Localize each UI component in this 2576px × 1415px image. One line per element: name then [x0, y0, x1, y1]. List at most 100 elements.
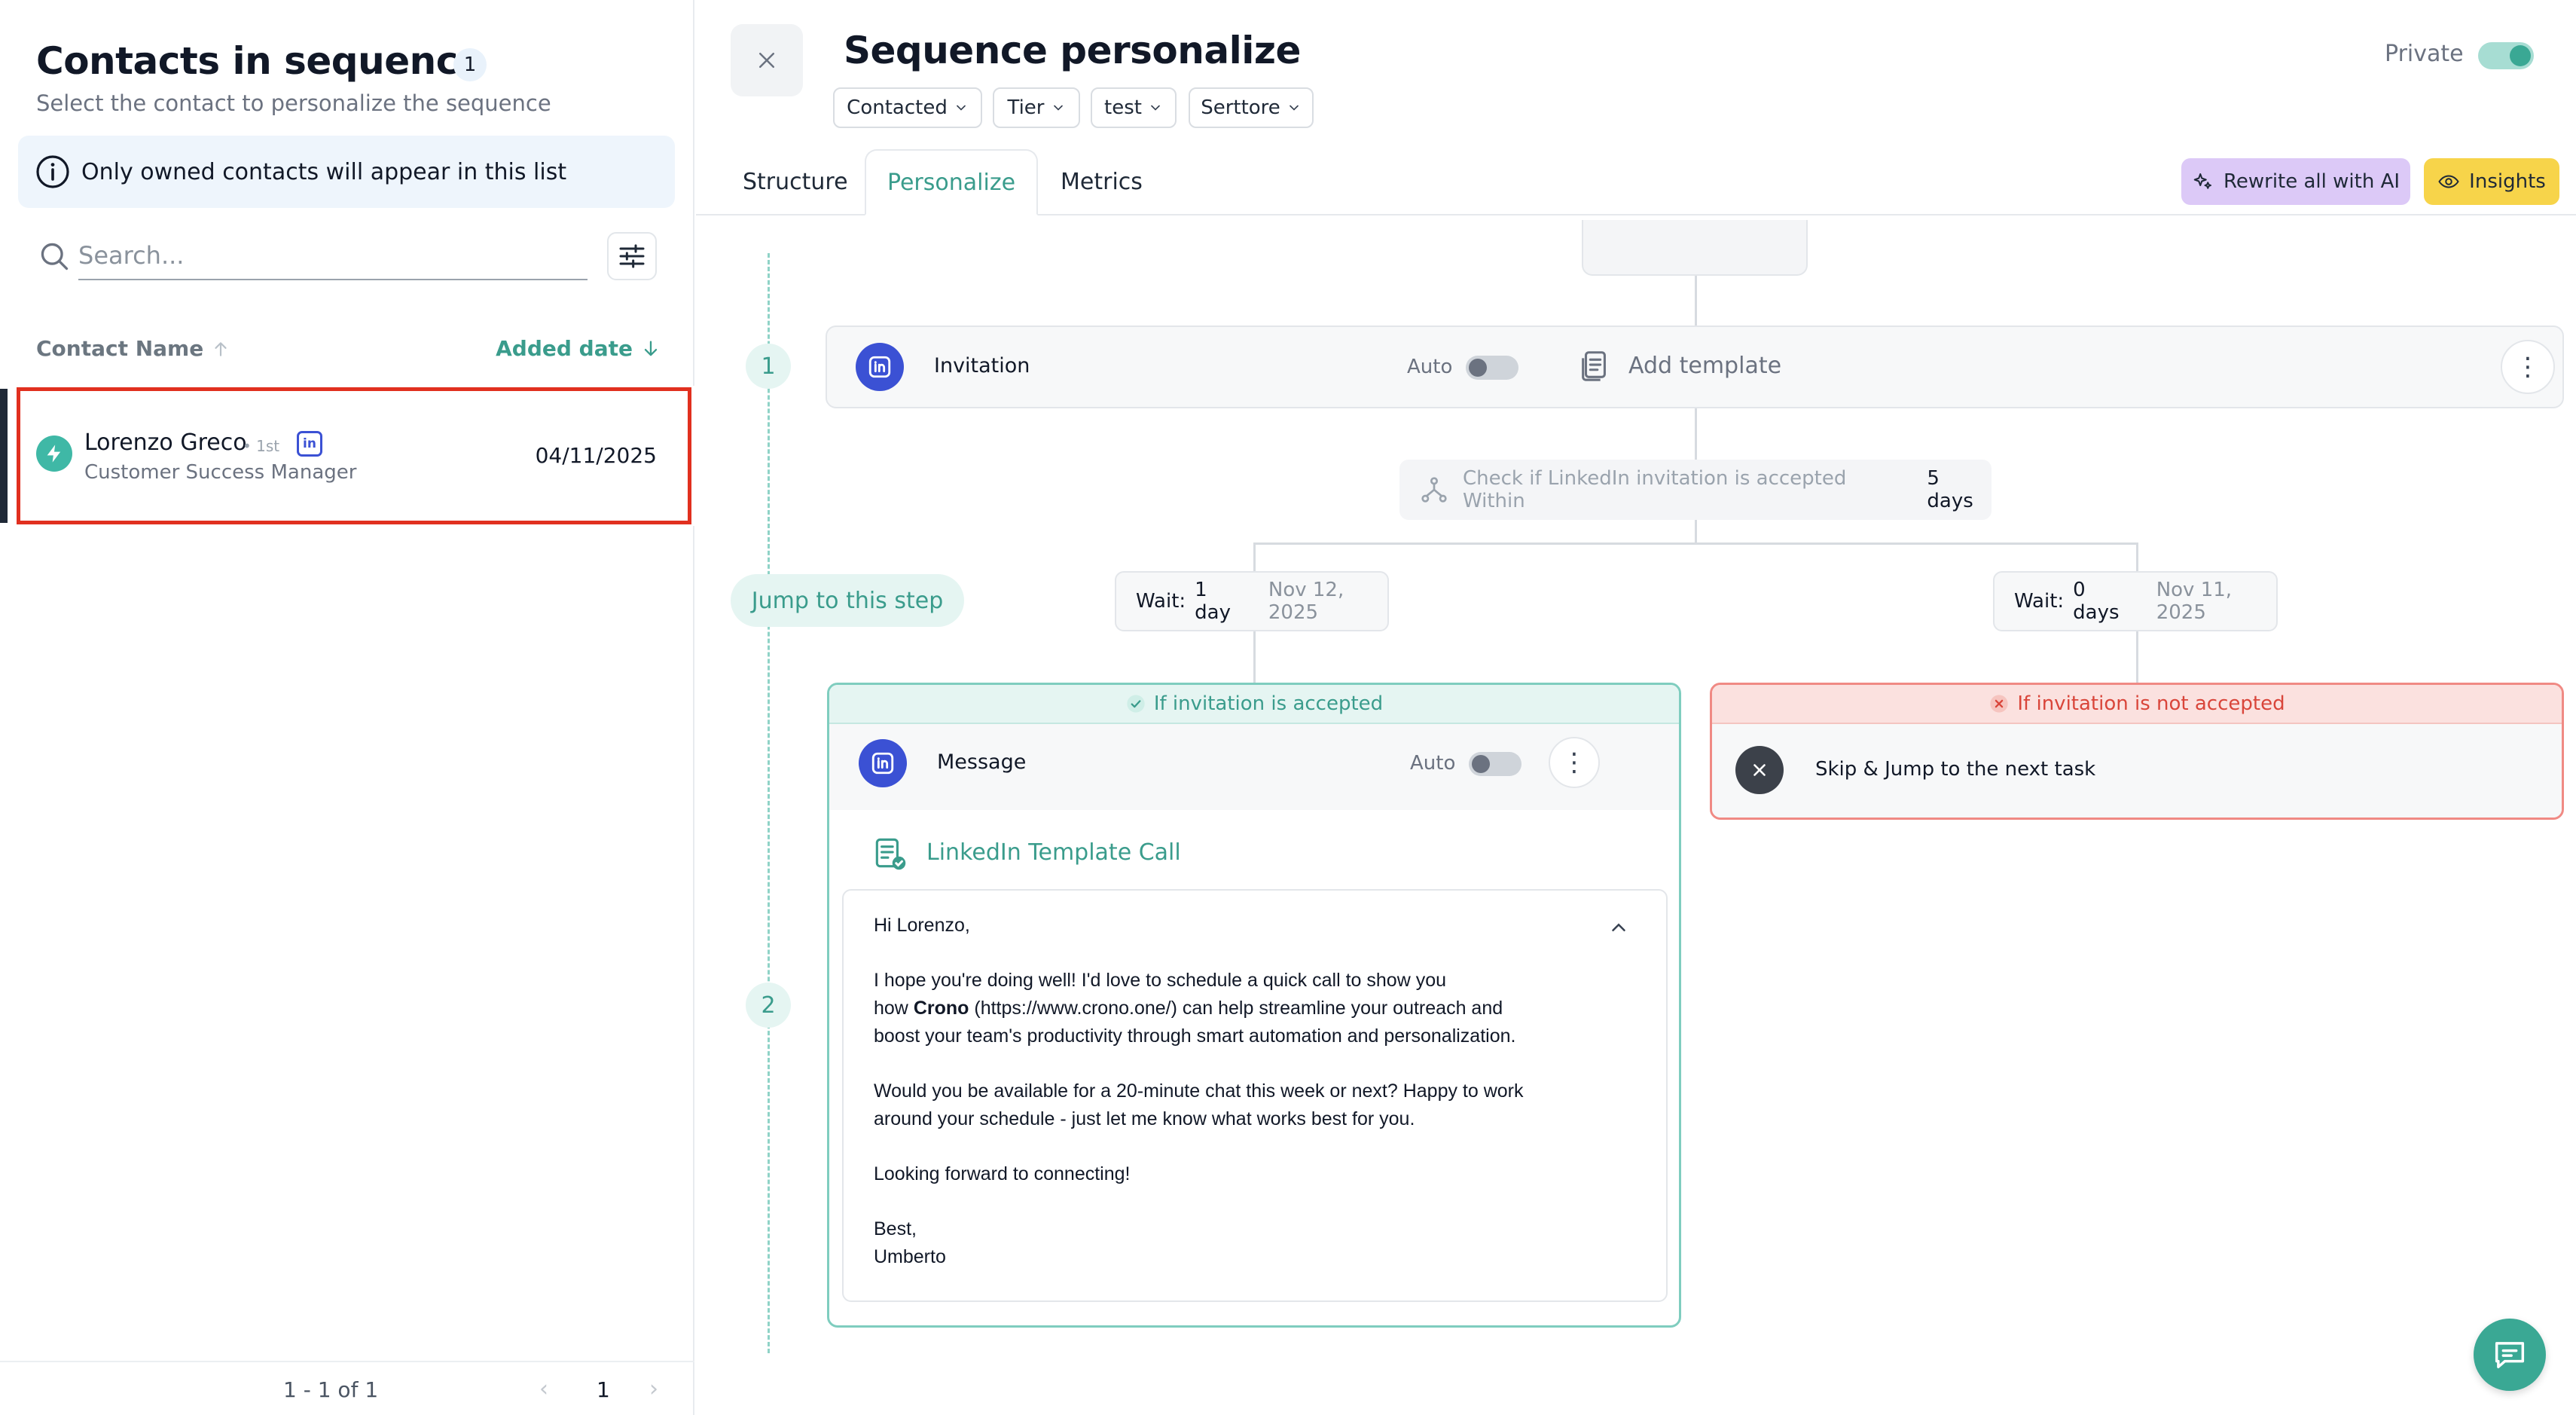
connector-line	[1695, 276, 1697, 325]
linkedin-message-icon	[859, 739, 907, 787]
chip-label: Serttore	[1201, 96, 1280, 119]
tab-metrics[interactable]: Metrics	[1061, 169, 1143, 195]
info-icon	[36, 155, 69, 188]
add-template-label: Add template	[1628, 352, 1782, 379]
message-more-button[interactable]: ⋮	[1549, 737, 1600, 788]
condition-text: Check if LinkedIn invitation is accepted…	[1463, 467, 1847, 512]
search-icon	[41, 243, 69, 270]
message-line: Looking forward to connecting!	[874, 1163, 1131, 1184]
x-circle-icon	[1990, 695, 2009, 713]
insights-label: Insights	[2469, 170, 2546, 193]
message-greeting: Hi Lorenzo,	[874, 915, 970, 936]
wait-value: 1 day	[1195, 579, 1231, 624]
add-template-button[interactable]: Add template	[1577, 348, 1781, 383]
wait-pill-not-accepted[interactable]: Wait: 0 days Nov 11, 2025	[1993, 571, 2278, 631]
connector-line	[1695, 520, 1697, 544]
chip-tier[interactable]: Tier	[993, 87, 1080, 128]
contact-name[interactable]: Lorenzo Greco	[84, 429, 247, 456]
pagination-range: 1 - 1 of 1	[283, 1377, 379, 1402]
column-header-added-date[interactable]: Added date	[496, 336, 661, 361]
contacts-panel-title: Contacts in sequence	[36, 39, 484, 83]
private-label: Private	[2385, 41, 2464, 67]
not-accepted-branch-header: If invitation is not accepted	[1712, 685, 2562, 724]
pagination-next-button[interactable]: ›	[649, 1376, 658, 1402]
auto-label: Auto	[1410, 752, 1456, 775]
pagination-page-number[interactable]: 1	[597, 1377, 610, 1402]
condition-check-pill: Check if LinkedIn invitation is accepted…	[1399, 460, 1992, 520]
chat-bubble-icon	[2495, 1342, 2525, 1368]
info-banner-text: Only owned contacts will appear in this …	[81, 158, 567, 185]
message-line: I hope you're doing well! I'd love to sc…	[874, 970, 1446, 991]
message-line: boost your team's productivity through s…	[874, 1025, 1516, 1047]
filter-button[interactable]	[607, 232, 657, 280]
chat-support-button[interactable]	[2474, 1319, 2546, 1391]
contacts-count-badge: 1	[453, 48, 487, 81]
chevron-down-icon	[1053, 105, 1063, 111]
contacts-panel: Contacts in sequence 1 Select the contac…	[0, 0, 694, 1415]
message-line-with-brand: how Crono (https://www.crono.one/) can h…	[874, 998, 1503, 1019]
eye-icon	[2438, 175, 2459, 188]
contacts-panel-subtitle: Select the contact to personalize the se…	[36, 90, 551, 116]
connection-degree: • 1st	[243, 437, 280, 455]
accepted-branch-label: If invitation is accepted	[1153, 692, 1384, 715]
chevron-down-icon	[1289, 105, 1299, 111]
chip-label: test	[1104, 96, 1142, 119]
contact-role: Customer Success Manager	[84, 461, 357, 484]
close-button[interactable]	[731, 24, 803, 96]
chip-label: Tier	[1007, 96, 1045, 119]
connector-line	[1695, 408, 1697, 460]
tab-structure[interactable]: Structure	[743, 169, 848, 195]
connector-line	[2136, 542, 2138, 571]
message-signature: Umberto	[874, 1246, 946, 1267]
brand-name: Crono	[913, 998, 969, 1019]
insights-button[interactable]: Insights	[2424, 158, 2559, 205]
message-step-title: Message	[937, 750, 1027, 774]
skip-icon	[1735, 746, 1784, 794]
template-name-link[interactable]: LinkedIn Template Call	[926, 839, 1181, 866]
message-auto-toggle[interactable]	[1469, 752, 1521, 776]
invitation-auto-toggle[interactable]	[1466, 356, 1518, 380]
linkedin-icon[interactable]: in	[297, 431, 322, 457]
message-body-text: Hi Lorenzo, I hope you're doing well! I'…	[874, 912, 1524, 1271]
previous-step-card-stub	[1582, 220, 1808, 276]
wait-pill-accepted[interactable]: Wait: 1 day Nov 12, 2025	[1115, 571, 1389, 631]
close-icon	[759, 53, 774, 68]
chevron-down-icon	[1151, 105, 1160, 111]
not-accepted-branch-label: If invitation is not accepted	[2017, 692, 2285, 715]
connector-line	[1253, 631, 1256, 684]
document-icon	[1582, 351, 1606, 381]
linkedin-invite-icon	[856, 343, 904, 391]
branch-icon	[1421, 477, 1447, 503]
message-signoff: Best,	[874, 1218, 917, 1239]
wait-date: Nov 12, 2025	[1268, 579, 1344, 624]
column-label-contact-name: Contact Name	[36, 336, 204, 361]
jump-to-step-button[interactable]: Jump to this step	[731, 574, 964, 627]
tab-personalize[interactable]: Personalize	[865, 149, 1038, 215]
chevron-up-icon[interactable]	[1607, 916, 1630, 939]
arrow-up-icon	[215, 341, 227, 356]
chip-serttore[interactable]: Serttore	[1189, 87, 1314, 128]
chip-label: Contacted	[847, 96, 948, 119]
lightning-icon	[36, 436, 72, 472]
chevron-down-icon	[956, 105, 966, 111]
arrow-down-icon	[644, 341, 658, 356]
rewrite-all-ai-button[interactable]: Rewrite all with AI	[2181, 158, 2410, 205]
auto-label: Auto	[1407, 356, 1453, 378]
contact-search-input[interactable]	[78, 232, 588, 280]
wait-label: Wait:	[1136, 590, 1186, 613]
condition-days: 5 days	[1927, 467, 1973, 512]
wait-value: 0 days	[2073, 579, 2120, 624]
accepted-branch-header: If invitation is accepted	[829, 685, 1679, 724]
invitation-more-button[interactable]: ⋮	[2501, 340, 2555, 394]
message-line: around your schedule - just let me know …	[874, 1108, 1415, 1129]
private-toggle[interactable]	[2478, 42, 2534, 69]
column-header-contact-name[interactable]: Contact Name	[36, 336, 230, 361]
template-check-icon	[875, 838, 906, 870]
owned-contacts-info-banner: Only owned contacts will appear in this …	[18, 136, 675, 208]
chip-test[interactable]: test	[1091, 87, 1177, 128]
chip-contacted[interactable]: Contacted	[833, 87, 982, 128]
timeline-dashed-line	[768, 253, 770, 1353]
not-accepted-branch-card: If invitation is not accepted	[1710, 683, 2564, 820]
pagination-prev-button[interactable]: ‹	[539, 1376, 548, 1402]
page-title: Sequence personalize	[844, 29, 1301, 72]
